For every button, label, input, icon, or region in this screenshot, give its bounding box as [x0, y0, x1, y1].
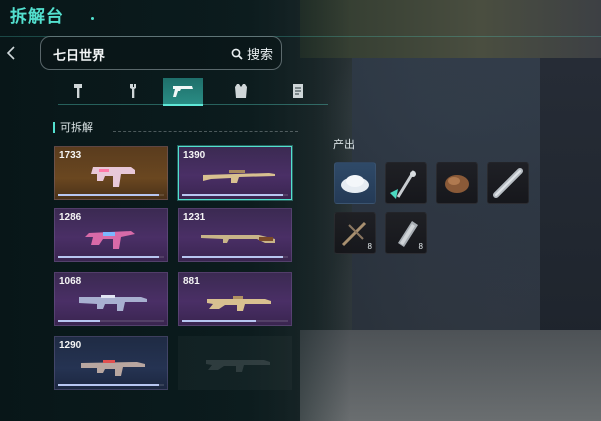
search-button[interactable]: 搜索 — [231, 44, 273, 63]
hammer-icon — [74, 84, 82, 98]
item-card[interactable]: 881 — [178, 272, 292, 326]
metal-pipe-icon — [493, 168, 523, 198]
item-card[interactable]: 1733 — [54, 146, 168, 200]
ore-chunk-icon — [445, 175, 469, 193]
wrench-icon — [130, 84, 136, 98]
tab-armor[interactable] — [221, 78, 261, 104]
pistol-icon — [173, 86, 193, 97]
output-slot[interactable] — [487, 162, 529, 204]
progress-bar — [58, 256, 159, 258]
output-label: 产出 — [333, 139, 355, 151]
tab-document[interactable] — [278, 78, 318, 104]
item-number: 1231 — [183, 212, 206, 223]
progress-bar — [182, 320, 256, 322]
item-card[interactable]: 1068 — [54, 272, 168, 326]
back-button[interactable] — [0, 40, 22, 66]
crystal-branch-icon — [390, 170, 416, 199]
chevron-left-icon — [6, 46, 15, 60]
title-dot — [91, 17, 94, 20]
page-title: 拆解台 — [10, 7, 64, 26]
item-number: 1733 — [59, 150, 82, 161]
assault-rifle-icon — [79, 295, 147, 311]
tab-pistol[interactable] — [163, 78, 203, 106]
progress-bar — [182, 256, 283, 258]
output-slot[interactable]: 8 — [334, 212, 376, 254]
slot-count: 8 — [418, 242, 423, 251]
item-card[interactable]: 1231 — [178, 208, 292, 262]
item-number: 881 — [183, 276, 200, 287]
item-number: 1068 — [59, 276, 82, 287]
output-slot[interactable]: 8 — [385, 212, 427, 254]
tab-wrench[interactable] — [113, 78, 153, 104]
empty-slot — [178, 336, 292, 390]
powder-pile-icon — [341, 175, 369, 193]
item-number: 1286 — [59, 212, 82, 223]
category-tabs — [58, 78, 328, 106]
section-header: 可拆解 — [53, 120, 93, 134]
search-input[interactable]: 七日世界 — [53, 45, 105, 64]
sniper-rifle-icon — [203, 170, 275, 183]
output-slot[interactable] — [385, 162, 427, 204]
rifle-silhouette-icon — [206, 360, 270, 372]
item-number: 1390 — [183, 150, 206, 161]
section-label: 可拆解 — [60, 122, 93, 134]
search-button-label: 搜索 — [246, 47, 273, 62]
search-box[interactable]: 七日世界 搜索 — [40, 36, 282, 70]
armor-vest-icon — [235, 84, 247, 98]
slot-count: 8 — [367, 242, 372, 251]
hunting-rifle-icon — [201, 235, 275, 243]
output-slot[interactable] — [334, 162, 376, 204]
document-icon — [293, 84, 303, 98]
progress-bar — [58, 384, 159, 386]
tab-divider — [58, 104, 328, 105]
item-card[interactable]: 1390 — [178, 146, 292, 200]
assault-rifle-icon — [81, 360, 145, 376]
rifle-icon — [207, 296, 271, 311]
tab-hammer[interactable] — [58, 78, 98, 104]
smg-icon — [91, 167, 135, 187]
item-number: 1290 — [59, 340, 82, 351]
item-card[interactable]: 1290 — [54, 336, 168, 390]
progress-bar — [58, 320, 100, 322]
search-icon — [231, 48, 243, 60]
progress-bar — [58, 194, 159, 196]
progress-bar — [182, 194, 283, 196]
output-slot[interactable] — [436, 162, 478, 204]
smg-icon — [85, 231, 135, 249]
section-divider — [113, 131, 298, 132]
item-card[interactable]: 1286 — [54, 208, 168, 262]
section-marker — [53, 121, 55, 133]
